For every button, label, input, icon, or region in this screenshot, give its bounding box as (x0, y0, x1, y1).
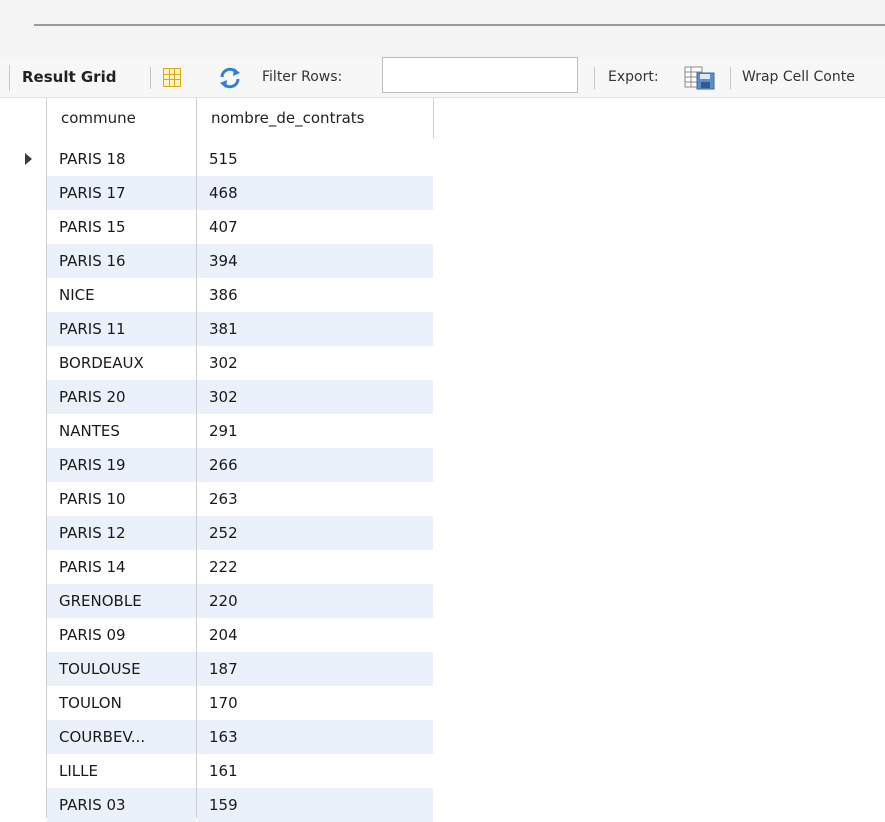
grid-line (433, 98, 434, 138)
cell-nombre-de-contrats[interactable]: 159 (197, 788, 433, 822)
cell-nombre-de-contrats[interactable]: 468 (197, 176, 433, 210)
cell-commune[interactable]: PARIS 16 (47, 244, 196, 278)
grid-line (196, 98, 197, 818)
cell-commune[interactable]: TOULON (47, 686, 196, 720)
cell-nombre-de-contrats[interactable]: 187 (197, 652, 433, 686)
cell-nombre-de-contrats[interactable]: 394 (197, 244, 433, 278)
cell-nombre-de-contrats[interactable]: 407 (197, 210, 433, 244)
editor-top-area (0, 0, 885, 57)
cell-nombre-de-contrats[interactable]: 291 (197, 414, 433, 448)
current-row-pointer-icon (25, 153, 32, 165)
cell-commune[interactable]: NANTES (47, 414, 196, 448)
cell-nombre-de-contrats[interactable]: 161 (197, 754, 433, 788)
grid-line (46, 98, 47, 818)
filter-rows-label: Filter Rows: (262, 69, 343, 85)
cell-nombre-de-contrats[interactable]: 266 (197, 448, 433, 482)
cell-commune[interactable]: PARIS 18 (47, 142, 196, 176)
cell-commune[interactable]: TOULOUSE (47, 652, 196, 686)
cell-commune[interactable]: BORDEAUX (47, 346, 196, 380)
cell-nombre-de-contrats[interactable]: 263 (197, 482, 433, 516)
cell-nombre-de-contrats[interactable]: 381 (197, 312, 433, 346)
cell-nombre-de-contrats[interactable]: 220 (197, 584, 433, 618)
cell-commune[interactable]: PARIS 14 (47, 550, 196, 584)
cell-commune[interactable]: PARIS 15 (47, 210, 196, 244)
refresh-icon[interactable] (218, 66, 242, 90)
cell-commune[interactable]: PARIS 03 (47, 788, 196, 822)
cell-commune[interactable]: NICE (47, 278, 196, 312)
cell-nombre-de-contrats[interactable]: 222 (197, 550, 433, 584)
cell-nombre-de-contrats[interactable]: 302 (197, 346, 433, 380)
cell-commune[interactable]: PARIS 20 (47, 380, 196, 414)
cell-commune[interactable]: LILLE (47, 754, 196, 788)
filter-rows-input[interactable] (382, 57, 578, 93)
column-header-commune[interactable]: commune (47, 98, 197, 138)
result-grid: commune nombre_de_contrats PARIS 18 515 PA… (0, 98, 885, 822)
cell-commune[interactable]: PARIS 09 (47, 618, 196, 652)
cell-nombre-de-contrats[interactable]: 170 (197, 686, 433, 720)
cell-nombre-de-contrats[interactable]: 386 (197, 278, 433, 312)
toolbar-separator (150, 67, 151, 89)
cell-commune[interactable]: PARIS 17 (47, 176, 196, 210)
toolbar-separator (594, 67, 595, 89)
cell-commune[interactable]: COURBEV... (47, 720, 196, 754)
cell-nombre-de-contrats[interactable]: 252 (197, 516, 433, 550)
cell-commune[interactable]: PARIS 11 (47, 312, 196, 346)
cell-commune[interactable]: PARIS 10 (47, 482, 196, 516)
cell-nombre-de-contrats[interactable]: 302 (197, 380, 433, 414)
cell-nombre-de-contrats[interactable]: 163 (197, 720, 433, 754)
column-header-nombre-de-contrats[interactable]: nombre_de_contrats (197, 98, 434, 138)
cell-commune[interactable]: PARIS 12 (47, 516, 196, 550)
cell-commune[interactable]: GRENOBLE (47, 584, 196, 618)
wrap-cell-content-toggle[interactable]: Wrap Cell Conte (742, 57, 855, 97)
cell-commune[interactable]: PARIS 19 (47, 448, 196, 482)
divider-line (34, 24, 885, 26)
grid-layout-icon[interactable] (163, 68, 181, 87)
cell-nombre-de-contrats[interactable]: 515 (197, 142, 433, 176)
export-icon[interactable] (684, 66, 716, 90)
export-label: Export: (608, 69, 659, 85)
cell-nombre-de-contrats[interactable]: 204 (197, 618, 433, 652)
toolbar-separator (730, 67, 731, 89)
toolbar-separator (9, 65, 10, 91)
result-grid-tab[interactable]: Result Grid (22, 57, 116, 97)
